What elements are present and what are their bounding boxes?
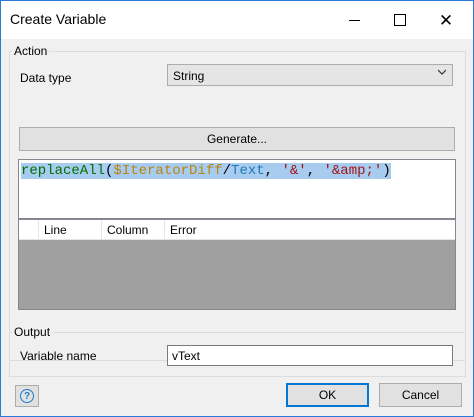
errors-table[interactable]: Line Column Error: [18, 219, 456, 310]
minimize-button[interactable]: [331, 1, 377, 39]
expr-close-paren: ): [382, 163, 391, 179]
close-icon: ✕: [438, 10, 454, 30]
expr-function: replaceAll: [21, 163, 106, 179]
data-type-label: Data type: [20, 71, 72, 85]
column-header-line[interactable]: Line: [39, 220, 102, 239]
window-title: Create Variable: [10, 11, 107, 27]
expr-variable: $IteratorDiff: [113, 163, 223, 179]
ok-button[interactable]: OK: [286, 383, 369, 407]
errors-table-header: Line Column Error: [19, 220, 455, 240]
data-type-value: String: [173, 69, 205, 83]
close-button[interactable]: ✕: [423, 1, 469, 39]
column-header-error[interactable]: Error: [165, 220, 457, 239]
expr-comma-2: ,: [306, 163, 324, 179]
expr-attribute: Text: [231, 163, 265, 179]
column-header-line-label: Line: [44, 223, 67, 237]
action-legend: Action: [12, 44, 50, 58]
column-header-blank[interactable]: [19, 220, 39, 239]
column-header-column[interactable]: Column: [102, 220, 165, 239]
expression-text: replaceAll($IteratorDiff/Text, '&', '&am…: [21, 163, 391, 179]
expr-slash: /: [222, 163, 232, 179]
help-button[interactable]: ?: [15, 385, 39, 407]
column-header-error-label: Error: [170, 223, 197, 237]
expr-comma-1: ,: [264, 163, 282, 179]
cancel-button-label: Cancel: [401, 388, 440, 402]
variable-name-label: Variable name: [20, 349, 97, 363]
create-variable-dialog: Create Variable ✕ Action Data type Strin…: [0, 0, 474, 417]
expr-arg-2: '&amp;': [323, 163, 383, 179]
ok-button-label: OK: [318, 388, 337, 402]
maximize-button[interactable]: [377, 1, 423, 39]
column-header-column-label: Column: [107, 223, 149, 237]
variable-name-input[interactable]: [167, 345, 453, 366]
help-glyph: ?: [23, 390, 31, 402]
generate-button[interactable]: Generate...: [19, 127, 455, 151]
dialog-body: Action Data type String Generate... repl…: [1, 39, 473, 416]
expr-arg-1: '&': [281, 163, 307, 179]
expression-editor[interactable]: replaceAll($IteratorDiff/Text, '&', '&am…: [18, 159, 456, 219]
minimize-icon: [348, 19, 360, 21]
title-bar: Create Variable ✕: [1, 1, 473, 39]
help-icon: ?: [20, 389, 34, 403]
chevron-down-icon: [438, 69, 446, 75]
cancel-button[interactable]: Cancel: [379, 383, 462, 407]
maximize-icon: [394, 14, 406, 26]
generate-button-label: Generate...: [206, 132, 268, 146]
output-legend: Output: [12, 325, 53, 339]
data-type-select[interactable]: String: [167, 64, 453, 86]
